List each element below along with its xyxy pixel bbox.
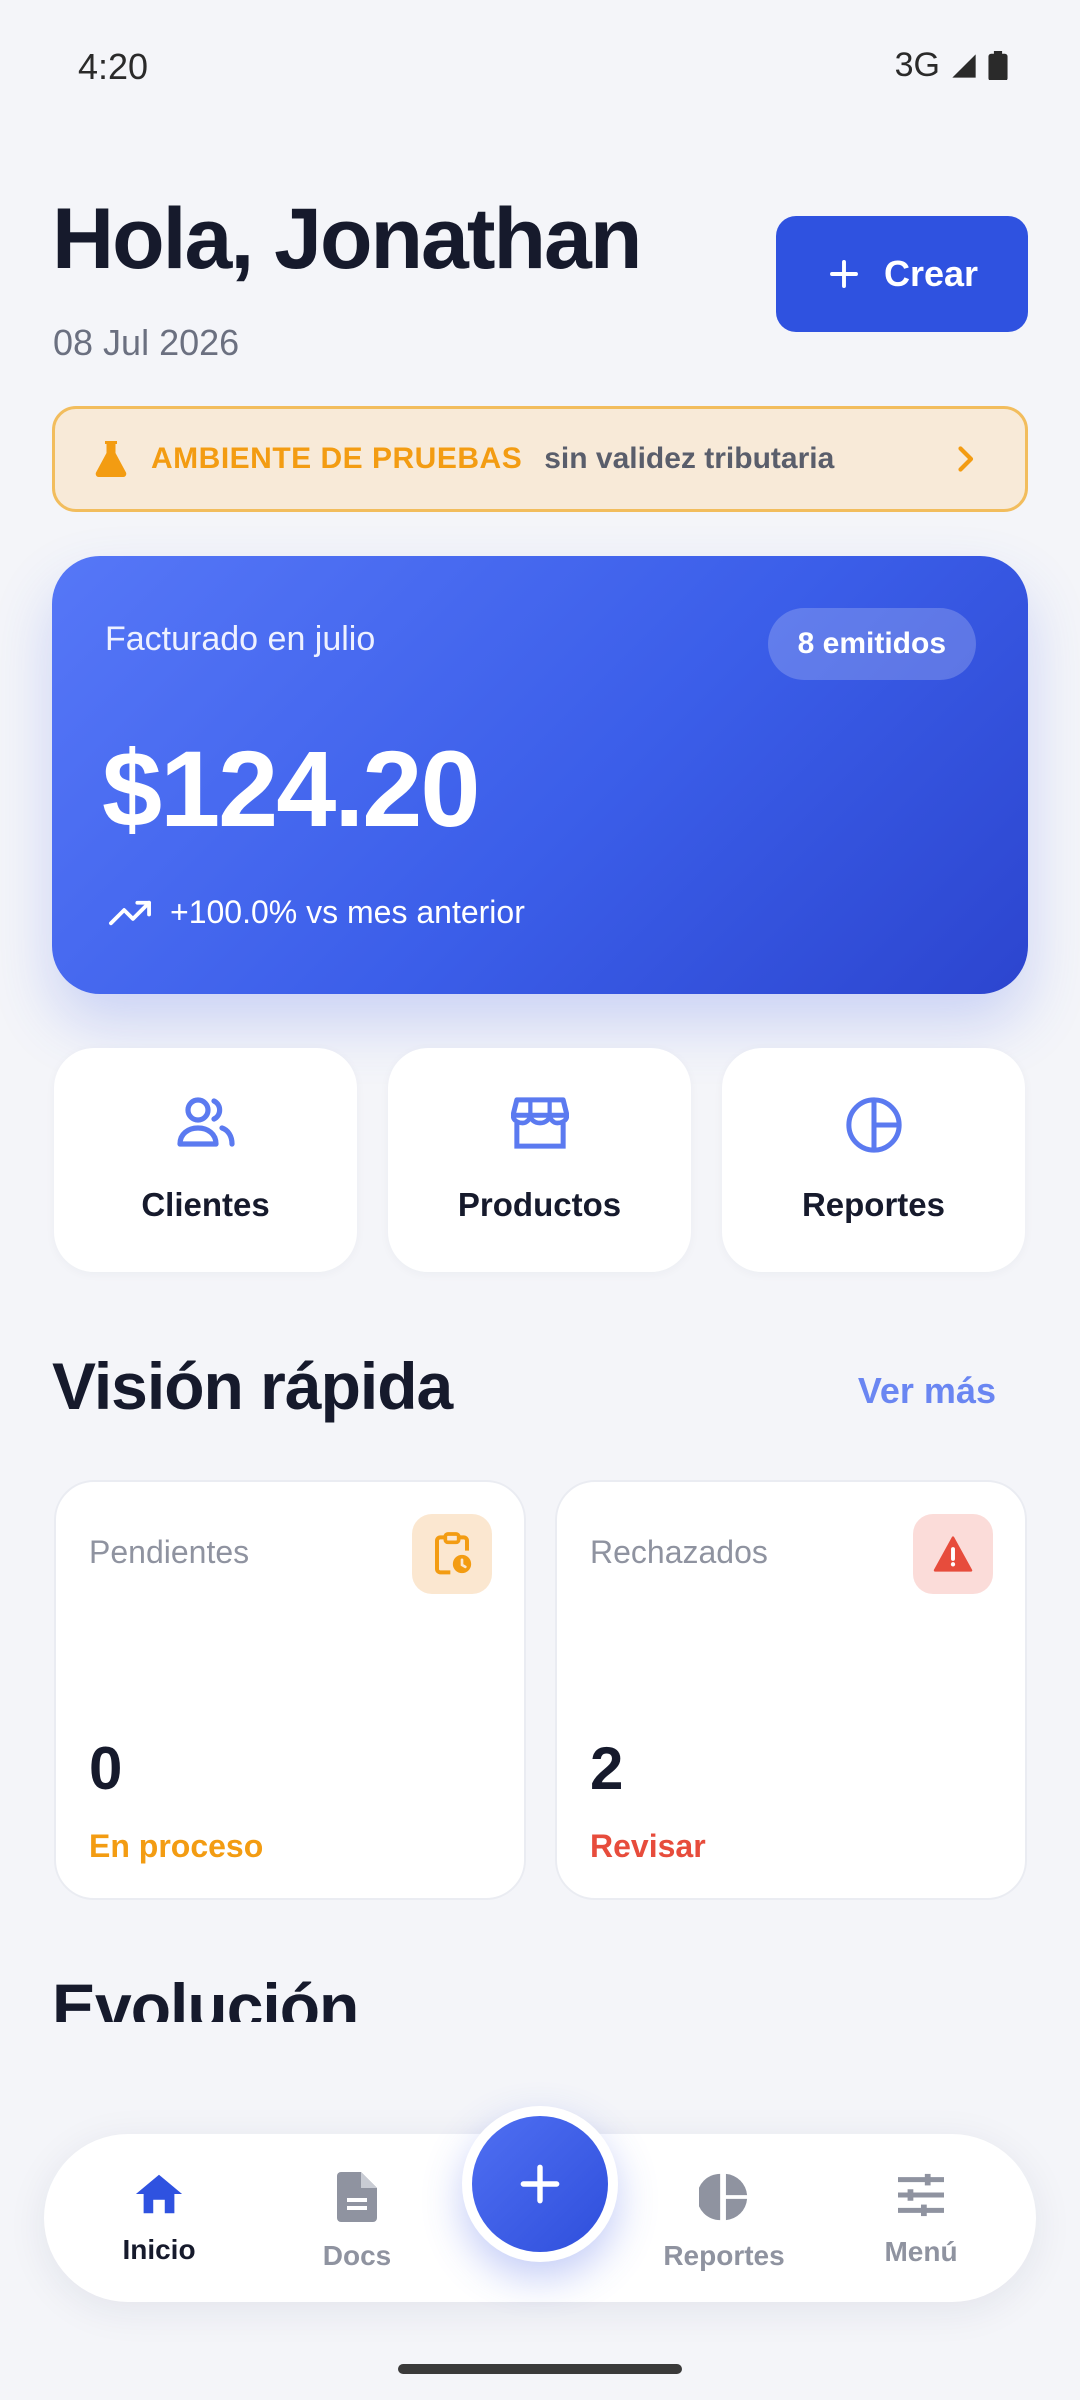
evolution-title: Evolución xyxy=(52,1966,358,2022)
users-icon xyxy=(176,1097,235,1147)
sliders-icon xyxy=(898,2173,944,2217)
pie-chart-icon xyxy=(845,1097,902,1153)
nav-item-reportes[interactable]: Reportes xyxy=(644,2172,804,2272)
stat-label: Rechazados xyxy=(590,1534,768,1570)
status-time: 4:20 xyxy=(78,46,149,80)
evolution-title-text: Evolución xyxy=(52,1970,359,2022)
nav-label: Inicio xyxy=(122,2234,196,2265)
home-indicator xyxy=(398,2364,682,2374)
nav-label: Menú xyxy=(884,2236,958,2267)
quick-action-label: Productos xyxy=(457,1186,622,1223)
rejected-badge xyxy=(913,1514,993,1594)
clipboard-clock-icon xyxy=(435,1532,472,1575)
quick-action-productos[interactable]: Productos xyxy=(388,1048,691,1272)
stat-card-rechazados[interactable]: Rechazados 2 Revisar xyxy=(555,1480,1027,1900)
fab-inner xyxy=(472,2116,608,2252)
stat-status: En proceso xyxy=(89,1828,264,1864)
stat-value: 2 xyxy=(590,1735,624,1802)
stat-status: Revisar xyxy=(590,1828,706,1864)
nav-label: Reportes xyxy=(663,2240,785,2271)
signal-icon xyxy=(952,53,976,78)
billing-summary-card[interactable]: Facturado en julio 8 emitidos $124.20 +1… xyxy=(52,556,1028,994)
trend-text: +100.0% vs mes anterior xyxy=(170,894,525,930)
billed-amount: $124.20 xyxy=(102,728,480,849)
test-environment-banner[interactable]: AMBIENTE DE PRUEBAS sin validez tributar… xyxy=(52,406,1028,512)
current-date: 08 Jul 2026 xyxy=(53,322,240,363)
quick-action-label: Reportes xyxy=(801,1186,946,1223)
quick-action-reportes[interactable]: Reportes xyxy=(722,1048,1025,1272)
billing-period-label: Facturado en julio xyxy=(105,620,376,658)
quick-action-label: Clientes xyxy=(141,1186,270,1223)
document-icon xyxy=(337,2172,377,2222)
flask-icon xyxy=(95,441,127,477)
environment-title: AMBIENTE DE PRUEBAS xyxy=(151,442,523,475)
environment-subtitle: sin validez tributaria xyxy=(544,442,835,475)
quick-action-clientes[interactable]: Clientes xyxy=(54,1048,357,1272)
network-type: 3G xyxy=(894,46,940,80)
stat-label: Pendientes xyxy=(89,1534,250,1570)
pending-badge xyxy=(412,1514,492,1594)
pie-chart-icon xyxy=(699,2173,748,2221)
status-bar: 4:20 3G xyxy=(0,0,1080,80)
plus-icon xyxy=(830,260,858,288)
overview-title: Visión rápida xyxy=(52,1349,453,1423)
nav-item-inicio[interactable]: Inicio xyxy=(79,2172,239,2266)
home-icon xyxy=(135,2174,183,2214)
trending-up-icon xyxy=(109,900,151,925)
nav-label: Docs xyxy=(322,2240,392,2271)
stat-card-pendientes[interactable]: Pendientes 0 En proceso xyxy=(54,1480,526,1900)
nav-item-docs[interactable]: Docs xyxy=(277,2172,437,2272)
issued-count-badge: 8 emitidos xyxy=(767,608,976,680)
create-button[interactable]: Crear xyxy=(776,216,1028,332)
battery-icon xyxy=(988,50,1008,80)
status-right: 3G xyxy=(895,46,1008,80)
see-more-link[interactable]: Ver más xyxy=(858,1370,996,1412)
store-icon xyxy=(510,1097,569,1149)
chevron-right-icon xyxy=(958,446,974,472)
create-button-label: Crear xyxy=(883,253,979,294)
warning-icon xyxy=(933,1536,973,1572)
stat-value: 0 xyxy=(89,1735,123,1802)
trend-row: +100.0% vs mes anterior xyxy=(108,894,525,931)
nav-item-menu[interactable]: Menú xyxy=(841,2172,1001,2268)
plus-icon xyxy=(520,2164,560,2204)
fab-create-button[interactable] xyxy=(462,2106,618,2262)
greeting-title: Hola, Jonathan xyxy=(52,191,642,287)
